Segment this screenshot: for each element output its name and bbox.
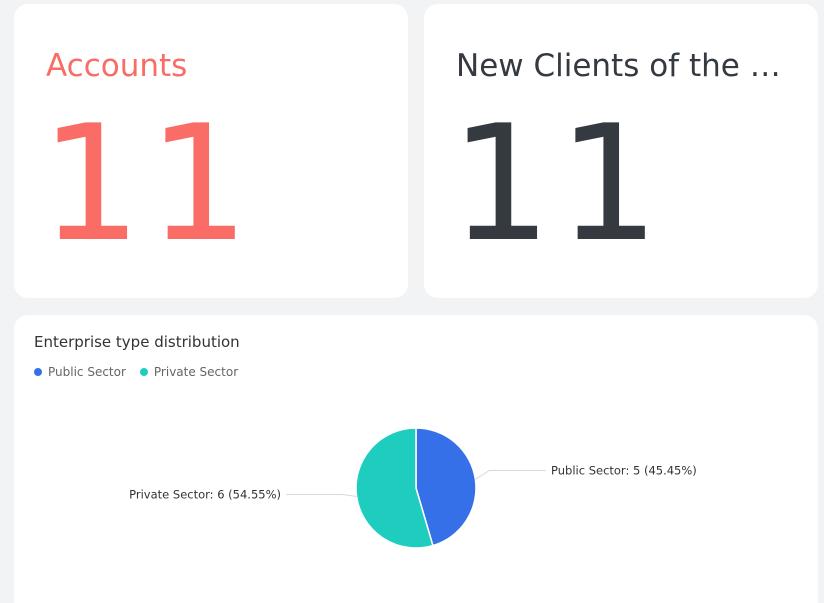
accounts-card: Accounts 11 (14, 4, 408, 298)
label-line-private-sector (286, 494, 357, 498)
slice-label-public-sector: Public Sector: 5 (45.45%) (551, 463, 697, 477)
label-line-public-sector (475, 469, 546, 480)
pie-chart: Public Sector: 5 (45.45%) Private Sector:… (129, 427, 697, 549)
new-clients-value: 11 (450, 90, 666, 277)
accounts-title: Accounts (46, 48, 188, 84)
new-clients-title: New Clients of the month (456, 48, 796, 84)
slice-label-private-sector: Private Sector: 6 (54.55%) (129, 488, 281, 502)
enterprise-type-chart-card: Enterprise type distribution Public Sect… (14, 315, 818, 603)
dashboard: Accounts 11 New Clients of the month 11 … (0, 0, 824, 603)
new-clients-card: New Clients of the month 11 (424, 4, 818, 298)
accounts-value: 11 (40, 90, 256, 277)
